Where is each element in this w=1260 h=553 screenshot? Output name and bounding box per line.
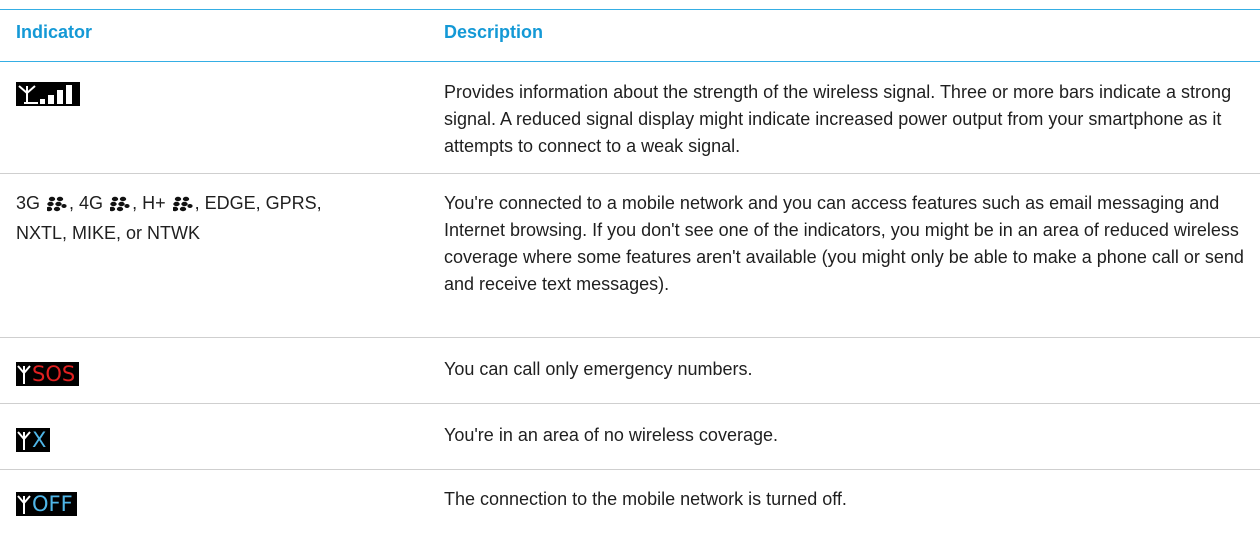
row-divider — [0, 469, 1260, 470]
row-divider — [0, 337, 1260, 338]
indicator-edge-gprs: , EDGE, GPRS, — [194, 193, 322, 213]
row-divider — [0, 403, 1260, 404]
icon-label: X — [32, 428, 47, 452]
antenna-x-icon: X — [16, 428, 51, 452]
indicator-4g: , 4G — [69, 193, 104, 213]
blackberry-logo-icon — [108, 193, 130, 220]
network-type-indicators: 3G , 4G , H+ , EDGE, GPRS, NXTL, MIKE, o… — [16, 190, 416, 247]
blackberry-logo-icon — [45, 193, 67, 220]
antenna-off-icon: OFF — [16, 492, 77, 516]
signal-strength-icon — [16, 82, 80, 106]
row-description: The connection to the mobile network is … — [444, 489, 847, 509]
row-description: You can call only emergency numbers. — [444, 359, 753, 379]
header-description: Description — [444, 22, 544, 42]
indicator-3g: 3G — [16, 193, 41, 213]
icon-label: SOS — [32, 362, 76, 386]
indicator-nxtl-mike-ntwk: NXTL, MIKE, or NTWK — [16, 223, 201, 243]
header-indicator: Indicator — [16, 22, 93, 42]
blackberry-logo-icon — [171, 193, 193, 220]
row-description: You're in an area of no wireless coverag… — [444, 425, 778, 445]
antenna-sos-icon: SOS — [16, 362, 80, 386]
row-description: Provides information about the strength … — [444, 82, 1232, 156]
icon-label: OFF — [32, 492, 73, 516]
header-bottom-rule — [0, 61, 1260, 62]
table-top-rule — [0, 9, 1260, 10]
row-divider — [0, 173, 1260, 174]
row-description: You're connected to a mobile network and… — [444, 193, 1244, 294]
indicator-hplus: , H+ — [132, 193, 166, 213]
